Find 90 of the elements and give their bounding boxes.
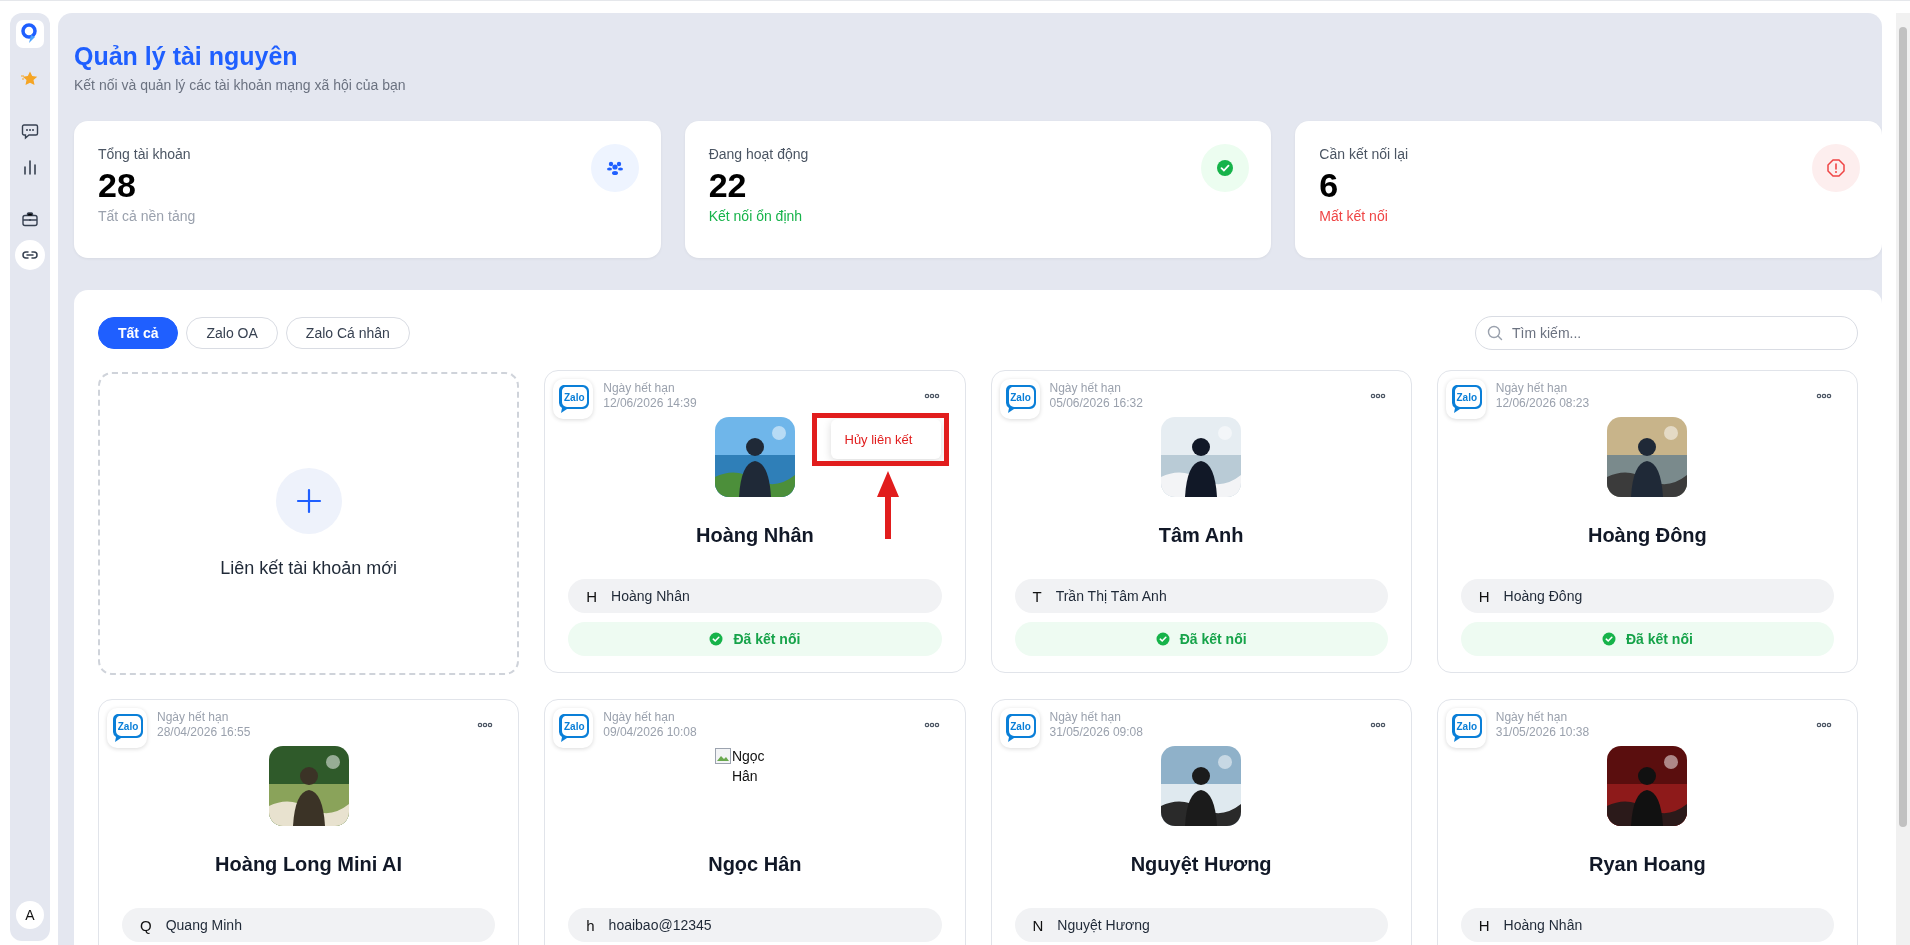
check-circle-icon: [1215, 158, 1236, 178]
search-icon: [1487, 325, 1503, 341]
stat-label: Tổng tài khoản: [98, 146, 191, 162]
more-icon: [923, 393, 940, 399]
account-initial: h: [586, 916, 595, 934]
account-username: Quang Minh: [165, 917, 242, 933]
expiry-label: Ngày hết hạn: [1049, 381, 1121, 396]
stat-value: 28: [98, 165, 136, 206]
account-initial: N: [1032, 916, 1044, 934]
more-icon: [1816, 722, 1832, 728]
filter-tab[interactable]: Tất cả: [98, 317, 179, 349]
unlink-menu-item[interactable]: Hủy liên kết: [830, 431, 913, 447]
filter-tab[interactable]: Zalo Cá nhân: [285, 317, 410, 349]
expiry-date: 09/04/2026 10:08: [603, 725, 697, 740]
account-username: Hoàng Nhân: [1503, 917, 1583, 933]
account-initial: T: [1032, 587, 1042, 605]
status-label: Đã kết nối: [733, 631, 801, 647]
stat-label: Đang hoạt động: [708, 146, 809, 162]
stat-value: 22: [708, 165, 747, 206]
platform-logo: Zalo: [1445, 379, 1486, 419]
add-account-label: Liên kết tài khoản mới: [220, 558, 398, 579]
account-name: Tâm Anh: [1158, 523, 1244, 547]
expiry-label: Ngày hết hạn: [1495, 381, 1568, 396]
stat-note: Kết nối ổn định: [708, 208, 803, 224]
expiry-date: 28/04/2026 16:55: [157, 725, 251, 740]
expiry-date: 12/06/2026 08:23: [1495, 396, 1590, 411]
stat-label: Cần kết nối lại: [1319, 146, 1409, 162]
briefcase-icon: [21, 210, 39, 228]
search-field[interactable]: Tìm kiếm...: [1475, 316, 1858, 350]
star-icon: [21, 70, 39, 88]
account-initial: H: [1478, 916, 1490, 934]
user-avatar[interactable]: A: [16, 901, 44, 929]
expiry-label: Ngày hết hạn: [157, 710, 229, 725]
platform-logo: Zalo: [1445, 708, 1486, 748]
stat-value: 6: [1319, 165, 1339, 206]
account-name: Nguyệt Hương: [1130, 852, 1272, 876]
account-name: Hoàng Long Mini AI: [215, 852, 403, 876]
expiry-label: Ngày hết hạn: [603, 710, 675, 725]
plus-icon: [275, 468, 342, 534]
more-icon: [923, 722, 940, 728]
account-username: Trần Thị Tâm Anh: [1055, 588, 1167, 604]
account-name: Hoàng Nhân: [696, 523, 814, 547]
more-icon: [1369, 722, 1386, 728]
expiry-date: 31/05/2026 09:08: [1049, 725, 1143, 740]
stat-note: Tất cả nền tảng: [98, 208, 196, 224]
status-label: Đã kết nối: [1179, 631, 1247, 647]
account-initial: Q: [140, 916, 152, 934]
platform-logo: Zalo: [553, 379, 594, 419]
chat-icon: [21, 122, 39, 140]
bar-chart-icon: [21, 158, 39, 176]
account-username: Hoàng Đông: [1503, 588, 1583, 604]
arrow-drawing: [876, 471, 899, 539]
account-username: Nguyệt Hương: [1057, 917, 1150, 933]
platform-logo: Zalo: [999, 379, 1040, 419]
alt-text: Ngọc Hân: [731, 747, 766, 786]
sidebar-item[interactable]: [15, 240, 45, 270]
more-button[interactable]: [1814, 720, 1834, 730]
platform-logo: Zalo: [553, 708, 594, 748]
more-icon: [1816, 393, 1832, 399]
add-account-card[interactable]: Liên kết tài khoản mới: [98, 372, 520, 675]
account-username: Hoàng Nhân: [611, 588, 690, 604]
account-name: Ryan Hoang: [1589, 852, 1706, 876]
filter-tab[interactable]: Zalo OA: [186, 317, 278, 349]
expiry-date: 12/06/2026 14:39: [603, 396, 697, 411]
account-initial: H: [1478, 587, 1490, 605]
status-label: Đã kết nối: [1625, 631, 1693, 647]
more-icon: [1369, 393, 1386, 399]
page-subtitle: Kết nối và quản lý các tài khoản mạng xã hội của bạn: [74, 77, 406, 93]
expiry-label: Ngày hết hạn: [1049, 710, 1121, 725]
alert-octagon-icon: [1826, 158, 1846, 178]
expiry-date: 05/06/2026 16:32: [1049, 396, 1143, 411]
platform-logo: Zalo: [107, 708, 147, 748]
expiry-label: Ngày hết hạn: [603, 381, 675, 396]
platform-logo: Zalo: [999, 708, 1040, 748]
account-name: Hoàng Đông: [1587, 523, 1707, 547]
more-button[interactable]: [1814, 391, 1834, 401]
check-circle-icon: [1155, 632, 1170, 646]
expiry-label: Ngày hết hạn: [1495, 710, 1568, 725]
account-name: Ngọc Hân: [708, 852, 802, 876]
account-username: hoaibao@12345: [608, 917, 712, 933]
scrollbar[interactable]: [1896, 13, 1910, 945]
expiry-date: 31/05/2026 10:38: [1495, 725, 1590, 740]
broken-image-icon: [714, 748, 731, 764]
check-circle-icon: [709, 632, 724, 646]
check-circle-icon: [1601, 632, 1616, 646]
stat-note: Mất kết nối: [1319, 208, 1388, 224]
page-title: Quản lý tài nguyên: [74, 41, 298, 71]
app-logo: [16, 20, 44, 48]
more-icon: [477, 722, 494, 728]
account-initial: H: [586, 587, 598, 605]
